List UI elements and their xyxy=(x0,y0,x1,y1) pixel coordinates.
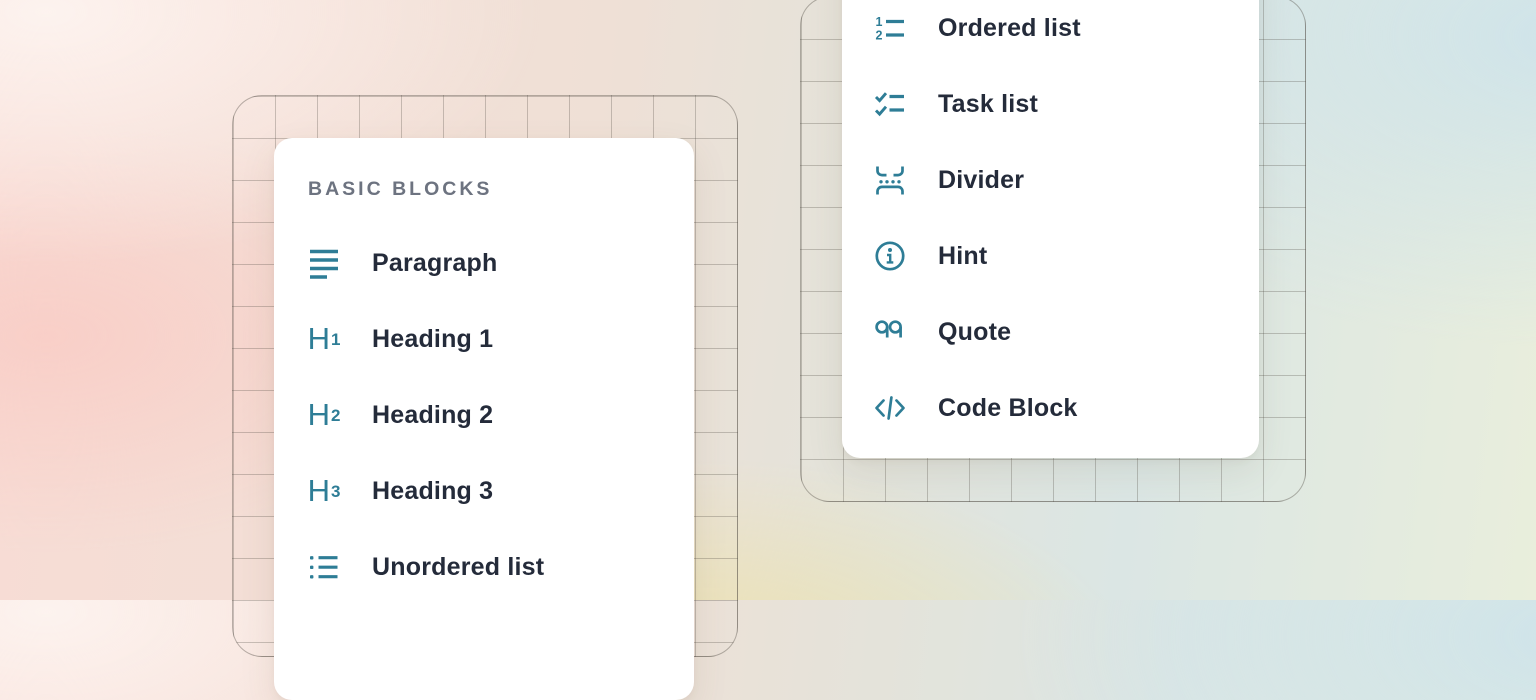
menu-item-code-block[interactable]: Code Block xyxy=(874,370,1227,446)
heading-3-icon: H3 xyxy=(308,475,340,507)
code-block-icon xyxy=(874,392,906,424)
blocks-menu-continued: 1 2 Ordered list Task list xyxy=(842,0,1259,458)
svg-text:2: 2 xyxy=(876,29,883,43)
menu-item-heading-3[interactable]: H3 Heading 3 xyxy=(308,453,660,529)
menu-item-label: Paragraph xyxy=(372,249,497,278)
quote-icon xyxy=(874,316,906,348)
menu-item-label: Heading 1 xyxy=(372,325,493,354)
menu-item-unordered-list[interactable]: Unordered list xyxy=(308,529,660,605)
menu-item-label: Code Block xyxy=(938,394,1078,423)
hint-icon xyxy=(874,240,906,272)
menu-item-label: Quote xyxy=(938,318,1011,347)
basic-blocks-menu: BASIC BLOCKS Paragraph H1 Heading 1 H2 H… xyxy=(274,138,694,700)
menu-section-header: BASIC BLOCKS xyxy=(308,178,660,200)
ordered-list-icon: 1 2 xyxy=(874,12,906,44)
heading-1-icon: H1 xyxy=(308,323,340,355)
menu-item-ordered-list[interactable]: 1 2 Ordered list xyxy=(874,0,1227,66)
task-list-icon xyxy=(874,88,906,120)
menu-item-label: Ordered list xyxy=(938,14,1081,43)
menu-item-heading-1[interactable]: H1 Heading 1 xyxy=(308,301,660,377)
svg-text:1: 1 xyxy=(876,15,883,29)
menu-item-label: Hint xyxy=(938,242,987,271)
heading-2-icon: H2 xyxy=(308,399,340,431)
menu-item-label: Unordered list xyxy=(372,553,544,582)
menu-item-label: Task list xyxy=(938,90,1038,119)
menu-item-quote[interactable]: Quote xyxy=(874,294,1227,370)
menu-item-task-list[interactable]: Task list xyxy=(874,66,1227,142)
divider-icon xyxy=(874,164,906,196)
unordered-list-icon xyxy=(308,551,340,583)
paragraph-icon xyxy=(308,247,340,279)
menu-item-label: Divider xyxy=(938,166,1024,195)
menu-item-divider[interactable]: Divider xyxy=(874,142,1227,218)
menu-item-heading-2[interactable]: H2 Heading 2 xyxy=(308,377,660,453)
menu-item-label: Heading 3 xyxy=(372,477,493,506)
menu-item-paragraph[interactable]: Paragraph xyxy=(308,225,660,301)
menu-item-label: Heading 2 xyxy=(372,401,493,430)
menu-item-hint[interactable]: Hint xyxy=(874,218,1227,294)
